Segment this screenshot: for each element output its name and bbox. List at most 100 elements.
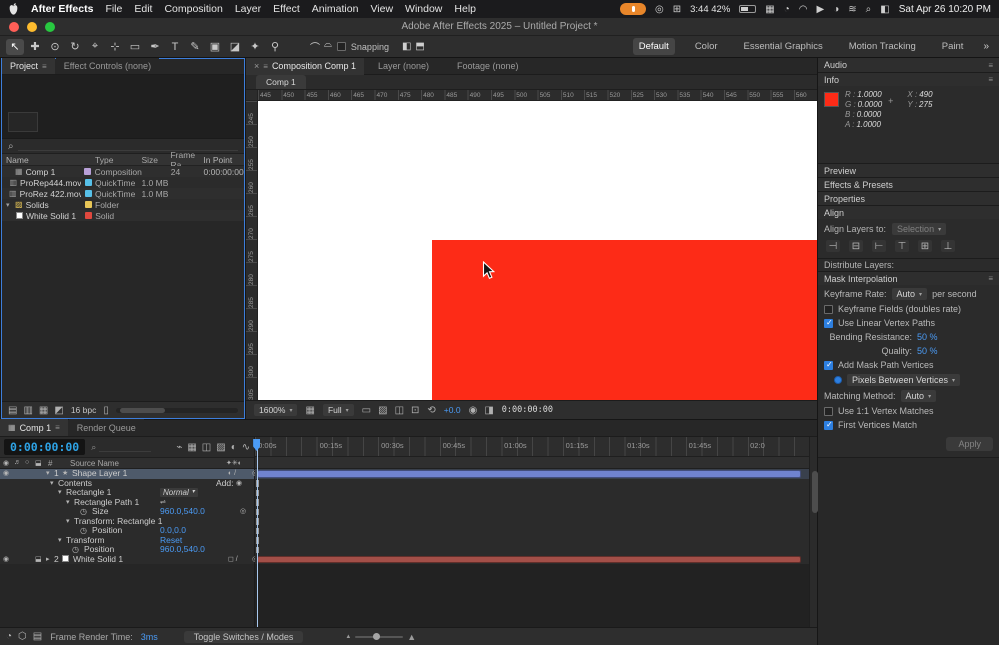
col-layer-number[interactable]: # [48,459,52,468]
col-name[interactable]: Name [2,155,81,165]
project-row-solids[interactable]: ▾ ▨ Solids Folder [2,199,244,210]
display-icon[interactable]: ▦ [765,4,774,15]
app-menu-title[interactable]: After Effects [31,3,93,15]
orbit-camera-tool[interactable]: ↻ [66,39,84,55]
align-left-icon[interactable]: ⊣ [826,240,840,252]
moon-icon[interactable]: ◑ [833,4,839,15]
timeline-row-position-rect[interactable]: ◷ Position 0.0,0.0 [0,525,255,536]
exposure-value[interactable]: +0.0 [444,405,461,415]
bending-resistance-value[interactable]: 50 % [917,332,938,342]
audio-panel-header[interactable]: Audio ≡ [818,58,999,72]
render-clock-icon[interactable]: ◔ [6,631,12,642]
region-of-interest-icon[interactable]: ▭ [362,405,371,416]
playhead-line[interactable] [257,449,259,627]
snapshot-icon[interactable]: ◉ [469,405,478,416]
time-ruler[interactable]: 0:00s 00:15s 00:30s 00:45s 01:00s 01:15s 01:30… [255,437,809,457]
clone-stamp-tool[interactable]: ▣ [206,39,224,55]
menu-edit[interactable]: Edit [134,3,152,15]
expand-arrow-icon[interactable]: ▾ [58,536,62,546]
selection-tool[interactable]: ↖ [6,38,24,55]
workspace-paint[interactable]: Paint [936,38,970,55]
pickwhip-icon[interactable]: ◎ [240,507,246,517]
type-tool[interactable]: T [166,39,184,55]
align-top-icon[interactable]: ⊤ [895,240,909,252]
add-property-icon[interactable]: ◉ [236,479,242,489]
control-center-icon[interactable]: ◧ [880,4,889,15]
view-options-icon[interactable]: ⊡ [411,405,419,416]
resolution-dropdown[interactable]: Full ▾ [322,404,354,416]
color-depth-icon[interactable]: ◩ [54,405,63,416]
panel-menu-icon[interactable]: ≡ [55,423,60,432]
menu-effect[interactable]: Effect [273,3,300,15]
pen-tool[interactable]: ✒ [146,39,164,55]
align-v-center-icon[interactable]: ⊞ [918,240,932,252]
workspace-default[interactable]: Default [632,38,675,55]
snap-guides-icon[interactable]: ⌒ [310,39,320,54]
menu-animation[interactable]: Animation [312,3,359,15]
one-to-one-checkbox[interactable] [824,406,833,416]
preview-panel-header[interactable]: Preview [818,163,999,177]
panel-menu-icon[interactable]: ≡ [42,62,47,71]
new-folder-icon[interactable]: ▥ [23,405,32,416]
timeline-row-position-layer[interactable]: ◷ Position 960.0,540.0 [0,544,255,555]
network-render-icon[interactable]: ⬡ [18,631,27,642]
disclosure-arrow-icon[interactable]: ▾ [6,201,12,209]
menu-composition[interactable]: Composition [164,3,222,15]
magnification-dropdown[interactable]: 1600% ▾ [254,404,298,416]
quality-value[interactable]: 50 % [917,346,938,356]
keyframe-fields-checkbox[interactable] [824,304,833,314]
pan-behind-tool[interactable]: ⊹ [106,39,124,55]
puppet-pin-tool[interactable]: ⚲ [266,39,284,55]
panel-menu-icon[interactable]: ≡ [988,274,993,283]
disk-cache-icon[interactable]: ▤ [33,631,42,642]
expand-arrow-icon[interactable]: ▾ [46,469,50,479]
draft-3d-icon[interactable]: ▦ [187,442,196,453]
workspace-color[interactable]: Color [689,38,724,55]
expand-arrow-icon[interactable]: ▾ [58,488,62,498]
project-row-prorep444[interactable]: ▥ ProRep444.mov QuickTime 1.0 MB [2,177,244,188]
menu-file[interactable]: File [105,3,122,15]
trash-icon[interactable]: ▯ [103,405,109,416]
record-icon[interactable]: ◎ [655,4,664,15]
composition-canvas[interactable] [258,101,817,400]
color-depth-label[interactable]: 16 bpc [71,405,97,415]
zoom-out-icon[interactable]: ▲ [345,634,351,640]
lock-icon[interactable]: ⬓ [35,555,42,565]
current-time-display[interactable]: 0:00:00:00 [4,439,86,455]
timeline-graph-area[interactable]: 0:00s 00:15s 00:30s 00:45s 01:00s 01:15s 01:30… [253,437,809,627]
show-snapshot-icon[interactable]: ◨ [484,405,493,416]
expand-arrow-icon[interactable]: ▾ [66,517,70,527]
project-row-comp1[interactable]: ▦ Comp 1 Composition 24 0:00:00:00 [2,166,244,177]
timeline-v-scrollbar[interactable] [808,437,819,627]
expand-arrow-icon[interactable]: ▾ [66,498,70,508]
project-search-input[interactable] [17,141,238,151]
menu-help[interactable]: Help [454,3,476,15]
label-color-chip[interactable] [84,212,92,219]
transparency-grid-icon[interactable]: ▨ [378,405,387,416]
linear-vertex-checkbox[interactable] [824,318,833,328]
expand-arrow-icon[interactable]: ▾ [50,479,54,489]
col-type[interactable]: Type [95,155,141,165]
workspace-essential-graphics[interactable]: Essential Graphics [738,38,829,55]
tab-timeline-comp1[interactable]: ▦ Comp 1 ≡ [0,419,68,436]
close-tab-icon[interactable]: × [254,61,259,71]
tab-composition[interactable]: × ≡ Composition Comp 1 [246,57,364,75]
grid-options-icon[interactable]: ⬒ [415,41,424,52]
solid-color-chip[interactable] [62,554,69,562]
keyboard-icon[interactable]: ⊞ [673,4,681,15]
properties-panel-header[interactable]: Properties [818,191,999,205]
timeline-row-contents[interactable]: ▾ Contents Add: ◉ [0,478,255,489]
roto-brush-tool[interactable]: ✦ [246,39,264,55]
property-value[interactable]: 960.0,540.0 [160,544,205,555]
menu-view[interactable]: View [370,3,393,15]
menu-window[interactable]: Window [405,3,442,15]
white-solid-duration-bar[interactable] [257,555,801,563]
col-source-name[interactable]: Source Name [70,459,119,468]
label-color-chip[interactable] [84,201,92,208]
timeline-row-transform-rectangle1[interactable]: ▾ Transform: Rectangle 1 [0,516,255,527]
tab-footage[interactable]: Footage (none) [443,61,533,71]
rectangle-tool[interactable]: ▭ [126,39,144,55]
toggle-switches-modes-button[interactable]: Toggle Switches / Modes [183,630,304,643]
timeline-row-white-solid[interactable]: ◉ ⬓ ▸ 2 White Solid 1 ◻ / ◎ None▾ [0,554,294,565]
matching-method-dropdown[interactable]: Auto ▾ [900,390,937,402]
